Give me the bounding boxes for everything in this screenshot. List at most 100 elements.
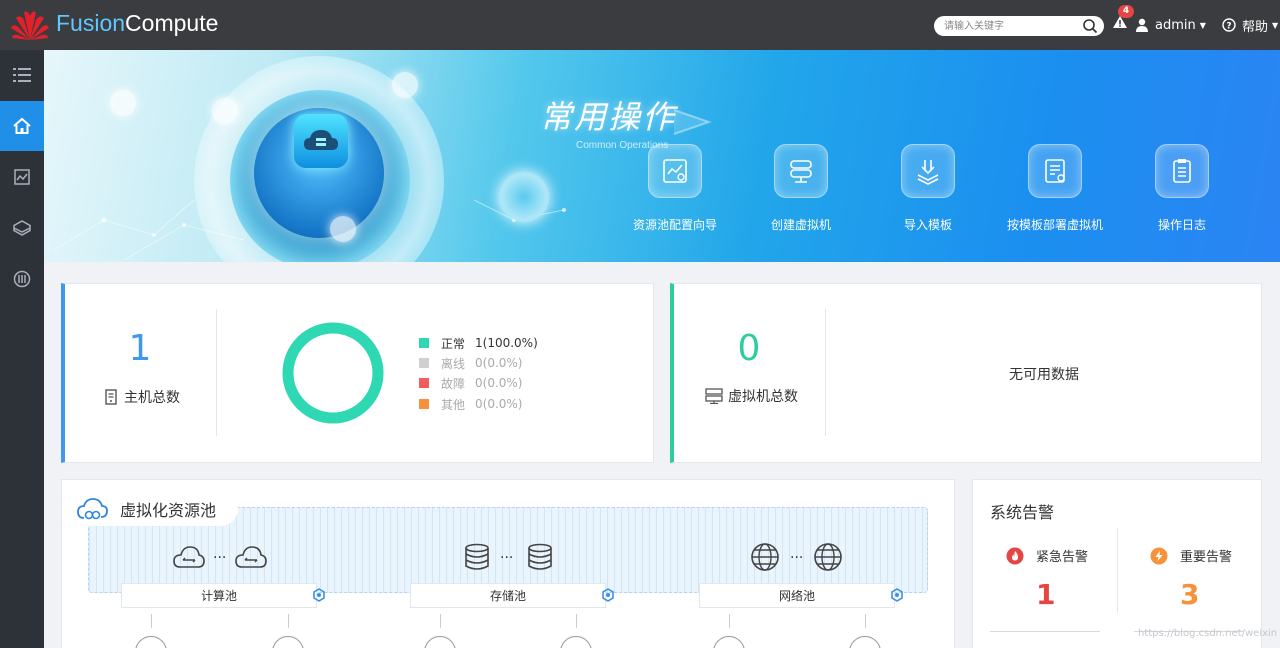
sidebar-item-cluster[interactable] — [0, 254, 44, 304]
gear-icon[interactable] — [601, 588, 615, 602]
legend-swatch — [419, 378, 429, 388]
huawei-logo-icon[interactable] — [10, 8, 50, 42]
wizard-icon — [648, 144, 702, 198]
decor-orb — [330, 216, 356, 242]
legend-name: 离线 — [441, 356, 466, 371]
legend-other: 其他 0(0.0%) — [419, 396, 522, 412]
database-icon — [465, 543, 489, 570]
pool-title: 虚拟化资源池 — [120, 501, 217, 520]
op-label: 按模板部署虚拟机 — [1006, 218, 1103, 232]
legend-value: 0(0.0%) — [475, 397, 523, 411]
decor-orb — [392, 72, 418, 98]
svg-text:?: ? — [1226, 22, 1231, 32]
sidebar-item-menu[interactable] — [0, 50, 44, 100]
op-create-vm[interactable]: 创建虚拟机 — [741, 144, 861, 244]
op-label: 操作日志 — [1157, 218, 1206, 232]
sidebar-item-monitor[interactable] — [0, 152, 44, 202]
connector-line — [576, 614, 577, 628]
host-status-ring-chart[interactable] — [280, 320, 386, 426]
alarm-notification-button[interactable]: 4 — [1112, 5, 1134, 32]
vm-total-count[interactable]: 0 — [736, 328, 762, 369]
compute-pool-box[interactable]: 计算池 — [121, 583, 317, 608]
ellipsis: ··· — [213, 550, 227, 566]
help-icon: ? — [1222, 18, 1236, 32]
host-total-caption: 主机总数 — [104, 387, 180, 407]
alarm-card-title: 系统告警 — [990, 503, 1055, 522]
host-total-label: 主机总数 — [124, 390, 180, 406]
sidebar-item-home[interactable] — [0, 101, 44, 151]
connector-line — [440, 614, 441, 628]
product-title[interactable]: FusionCompute — [56, 10, 218, 37]
legend-name: 正常 — [441, 336, 466, 351]
cluster-icon — [13, 270, 31, 288]
major-alarm-count[interactable]: 3 — [1180, 578, 1199, 611]
vm-icon — [705, 388, 723, 404]
major-alarm-text: 重要告警 — [1180, 550, 1233, 565]
home-icon — [13, 117, 31, 134]
gear-icon[interactable] — [890, 588, 904, 602]
decor-orb — [110, 90, 136, 116]
network-pool-box[interactable]: 网络池 — [699, 583, 895, 608]
connector-line — [729, 614, 730, 628]
connector-line — [865, 614, 866, 628]
legend-value: 0(0.0%) — [475, 376, 523, 390]
banner-title: 常用操作 — [540, 98, 677, 136]
brand-part-compute: Compute — [125, 10, 219, 36]
gear-icon[interactable] — [312, 588, 326, 602]
username: admin — [1155, 17, 1196, 33]
alarm-count-badge: 4 — [1118, 5, 1134, 18]
cloud-core-icon — [294, 114, 348, 168]
search-box — [934, 16, 1104, 36]
globe-icon — [814, 543, 842, 571]
alarm-underline — [990, 631, 1100, 632]
chevron-down-icon: ▼ — [1199, 20, 1206, 30]
op-label: 资源池配置向导 — [632, 218, 717, 232]
host-total-count[interactable]: 1 — [127, 328, 153, 369]
legend-value: 1(100.0%) — [475, 336, 538, 350]
list-icon — [13, 68, 31, 82]
common-operations-banner: 常用操作 Common Operations 资源池配置向导 创建虚拟机 导入模… — [44, 50, 1280, 262]
sidebar-item-network[interactable] — [0, 203, 44, 253]
user-menu[interactable]: admin ▼ — [1136, 16, 1206, 34]
op-resource-pool-wizard[interactable]: 资源池配置向导 — [615, 144, 735, 244]
urgent-alarm-label: 紧急告警 — [1006, 546, 1088, 565]
divider — [216, 309, 217, 436]
lightning-icon — [1150, 547, 1168, 564]
legend-offline: 离线 0(0.0%) — [419, 355, 522, 371]
op-deploy-vm-from-template[interactable]: 按模板部署虚拟机 — [995, 144, 1115, 244]
chevron-down-icon: ▼ — [1272, 20, 1279, 30]
monitor-icon — [14, 169, 30, 185]
ring-normal-segment — [282, 322, 384, 424]
divider — [1117, 528, 1118, 613]
ellipsis: ··· — [790, 550, 804, 566]
import-template-icon — [901, 144, 955, 198]
decor-orb — [212, 98, 238, 124]
legend-swatch — [419, 399, 429, 409]
legend-value: 0(0.0%) — [475, 356, 523, 370]
storage-pool-box[interactable]: 存储池 — [410, 583, 606, 608]
op-label: 创建虚拟机 — [770, 218, 831, 232]
connector-line — [151, 614, 152, 628]
decor-orb-large — [499, 172, 549, 222]
op-label: 导入模板 — [903, 218, 952, 232]
legend-swatch — [419, 338, 429, 348]
op-import-template[interactable]: 导入模板 — [868, 144, 988, 244]
search-icon[interactable] — [1082, 18, 1098, 34]
search-input[interactable] — [944, 18, 1074, 34]
urgent-alarm-count[interactable]: 1 — [1036, 578, 1055, 611]
sidebar — [0, 50, 44, 648]
help-menu[interactable]: ? 帮助 ▼ — [1222, 16, 1279, 35]
cloud-link-icon — [77, 498, 108, 520]
legend-name: 故障 — [441, 376, 466, 391]
urgent-alarm-text: 紧急告警 — [1036, 550, 1089, 565]
op-operation-log[interactable]: 操作日志 — [1122, 144, 1242, 244]
cloud-icon — [173, 546, 205, 568]
legend-fault: 故障 0(0.0%) — [419, 375, 522, 391]
help-label: 帮助 — [1242, 19, 1269, 35]
deploy-template-icon — [1028, 144, 1082, 198]
fire-icon — [1006, 547, 1024, 564]
brand-part-fusion: Fusion — [56, 10, 126, 36]
vm-total-label: 虚拟机总数 — [728, 389, 798, 405]
database-icon — [528, 543, 552, 570]
ellipsis: ··· — [500, 550, 514, 566]
